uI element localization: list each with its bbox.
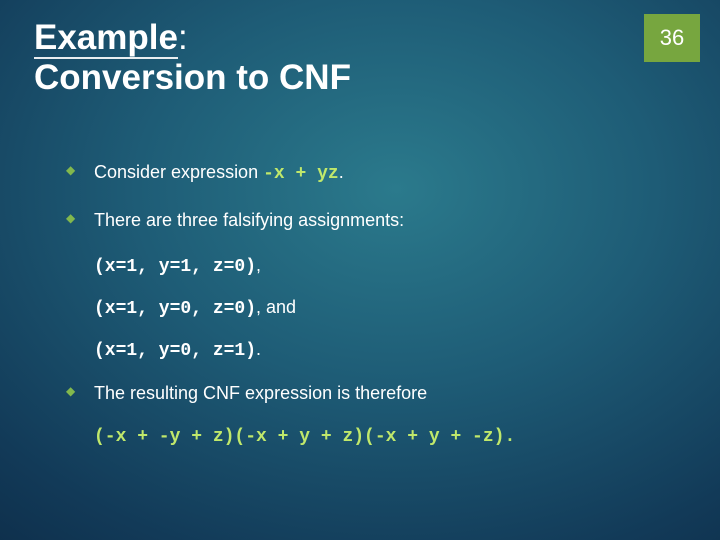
page-number: 36	[660, 25, 684, 51]
bullet-3: The resulting CNF expression is therefor…	[66, 381, 660, 405]
result-expression: (-x + -y + z)(-x + y + z)(-x + y + -z).	[66, 427, 660, 447]
assignment-2-code: (x=1, y=0, z=0)	[94, 299, 256, 319]
title-underlined: Example	[34, 18, 178, 59]
assignment-1-code: (x=1, y=1, z=0)	[94, 257, 256, 277]
slide-title: Example: Conversion to CNF	[34, 18, 610, 99]
title-line-1: Example:	[34, 18, 610, 58]
assignment-3-code: (x=1, y=0, z=1)	[94, 341, 256, 361]
assignment-1-tail: ,	[256, 255, 261, 275]
bullet-1-expression: -x + yz	[263, 164, 339, 184]
assignment-2-tail: , and	[256, 297, 296, 317]
title-colon: :	[178, 18, 188, 57]
bullet-1-suffix: .	[339, 162, 344, 182]
content-area: Consider expression -x + yz. There are t…	[66, 160, 660, 447]
assignment-3: (x=1, y=0, z=1).	[66, 339, 660, 361]
page-number-badge: 36	[644, 14, 700, 62]
slide: 36 Example: Conversion to CNF Consider e…	[0, 0, 720, 540]
bullet-2: There are three falsifying assignments:	[66, 208, 660, 232]
bullet-1-prefix: Consider expression	[94, 162, 263, 182]
assignment-3-tail: .	[256, 339, 261, 359]
assignment-2: (x=1, y=0, z=0), and	[66, 297, 660, 319]
assignment-1: (x=1, y=1, z=0),	[66, 255, 660, 277]
title-line-2: Conversion to CNF	[34, 58, 610, 98]
bullet-1: Consider expression -x + yz.	[66, 160, 660, 186]
